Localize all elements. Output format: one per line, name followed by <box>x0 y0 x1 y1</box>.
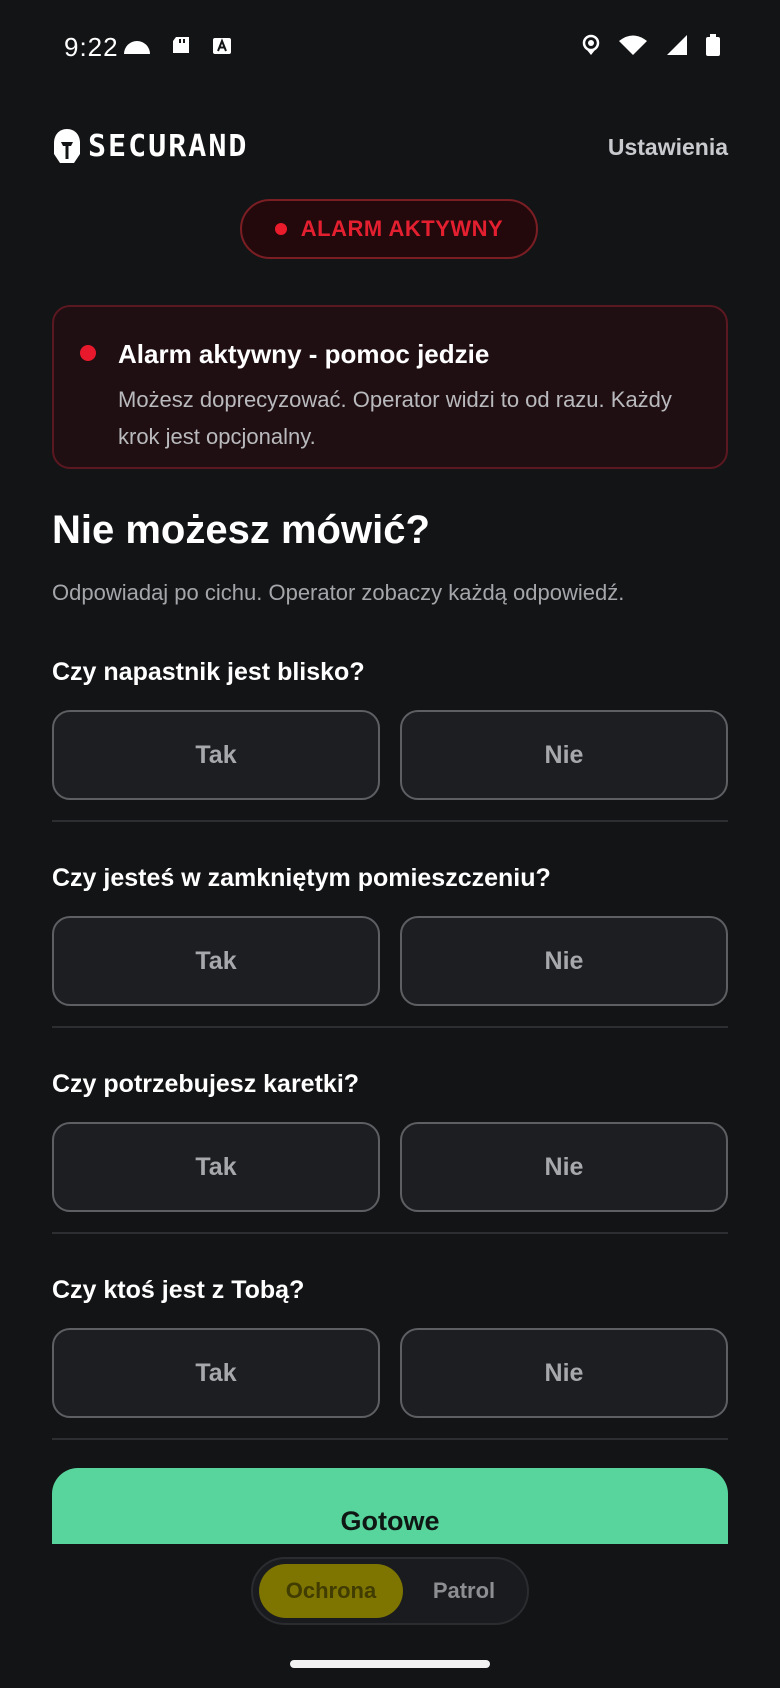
mode-ochrona-tab[interactable]: Ochrona <box>259 1564 403 1618</box>
weather-icon <box>124 41 150 54</box>
answer-no-button[interactable]: Nie <box>400 916 728 1006</box>
answer-yes-button[interactable]: Tak <box>52 916 380 1006</box>
answer-yes-button[interactable]: Tak <box>52 1328 380 1418</box>
app-header: SECURAND Ustawienia <box>52 128 728 168</box>
status-time: 9:22 <box>64 32 119 62</box>
status-notification-icons <box>122 34 232 56</box>
wifi-icon <box>619 35 647 55</box>
mode-patrol-tab[interactable]: Patrol <box>403 1564 525 1618</box>
sd-card-icon <box>173 37 189 53</box>
alarm-info-text: Możesz doprecyzować. Operator widzi to o… <box>118 387 672 449</box>
alarm-info-card: Alarm aktywny - pomoc jedzie Możesz dopr… <box>52 305 728 469</box>
answer-group: Tak Nie <box>52 1328 728 1418</box>
answer-no-button[interactable]: Nie <box>400 710 728 800</box>
question-closed-room: Czy jesteś w zamkniętym pomieszczeniu? T… <box>52 864 728 1028</box>
question-label: Czy napastnik jest blisko? <box>52 658 365 686</box>
page-subtitle: Odpowiadaj po cichu. Operator zobaczy ka… <box>52 580 625 605</box>
home-indicator[interactable] <box>290 1660 490 1668</box>
answer-group: Tak Nie <box>52 916 728 1006</box>
status-bar: 9:22 <box>0 0 780 90</box>
answer-yes-button[interactable]: Tak <box>52 710 380 800</box>
divider <box>52 1232 728 1234</box>
answer-yes-button[interactable]: Tak <box>52 1122 380 1212</box>
alarm-status-label: ALARM AKTYWNY <box>300 216 504 241</box>
answer-group: Tak Nie <box>52 1122 728 1212</box>
alarm-info-title: Alarm aktywny - pomoc jedzie <box>118 339 490 369</box>
question-someone-with-you: Czy ktoś jest z Tobą? Tak Nie <box>52 1276 728 1440</box>
answer-group: Tak Nie <box>52 710 728 800</box>
page-title: Nie możesz mówić? <box>52 508 430 552</box>
divider <box>52 1026 728 1028</box>
divider <box>52 820 728 822</box>
mode-switch: Ochrona Patrol <box>251 1557 529 1625</box>
location-icon <box>582 34 600 55</box>
answer-no-button[interactable]: Nie <box>400 1328 728 1418</box>
settings-link[interactable]: Ustawienia <box>608 134 728 161</box>
status-system-icons <box>582 34 720 56</box>
signal-icon <box>667 35 687 55</box>
alarm-dot-icon <box>274 223 287 235</box>
divider <box>52 1438 728 1440</box>
battery-icon <box>706 34 720 56</box>
alarm-status-badge: ALARM AKTYWNY <box>240 199 538 259</box>
knight-helmet-icon <box>54 129 80 163</box>
question-need-ambulance: Czy potrzebujesz karetki? Tak Nie <box>52 1070 728 1234</box>
answer-no-button[interactable]: Nie <box>400 1122 728 1212</box>
question-label: Czy jesteś w zamkniętym pomieszczeniu? <box>52 864 551 892</box>
question-label: Czy ktoś jest z Tobą? <box>52 1276 305 1304</box>
done-button[interactable]: Gotowe <box>52 1468 728 1544</box>
alert-dot-icon <box>80 345 96 361</box>
app-logo: SECURAND <box>52 128 249 164</box>
question-label: Czy potrzebujesz karetki? <box>52 1070 360 1098</box>
question-attacker-nearby: Czy napastnik jest blisko? Tak Nie <box>52 658 728 822</box>
logo-text: SECURAND <box>88 128 249 164</box>
app-notification-icon <box>213 38 231 54</box>
